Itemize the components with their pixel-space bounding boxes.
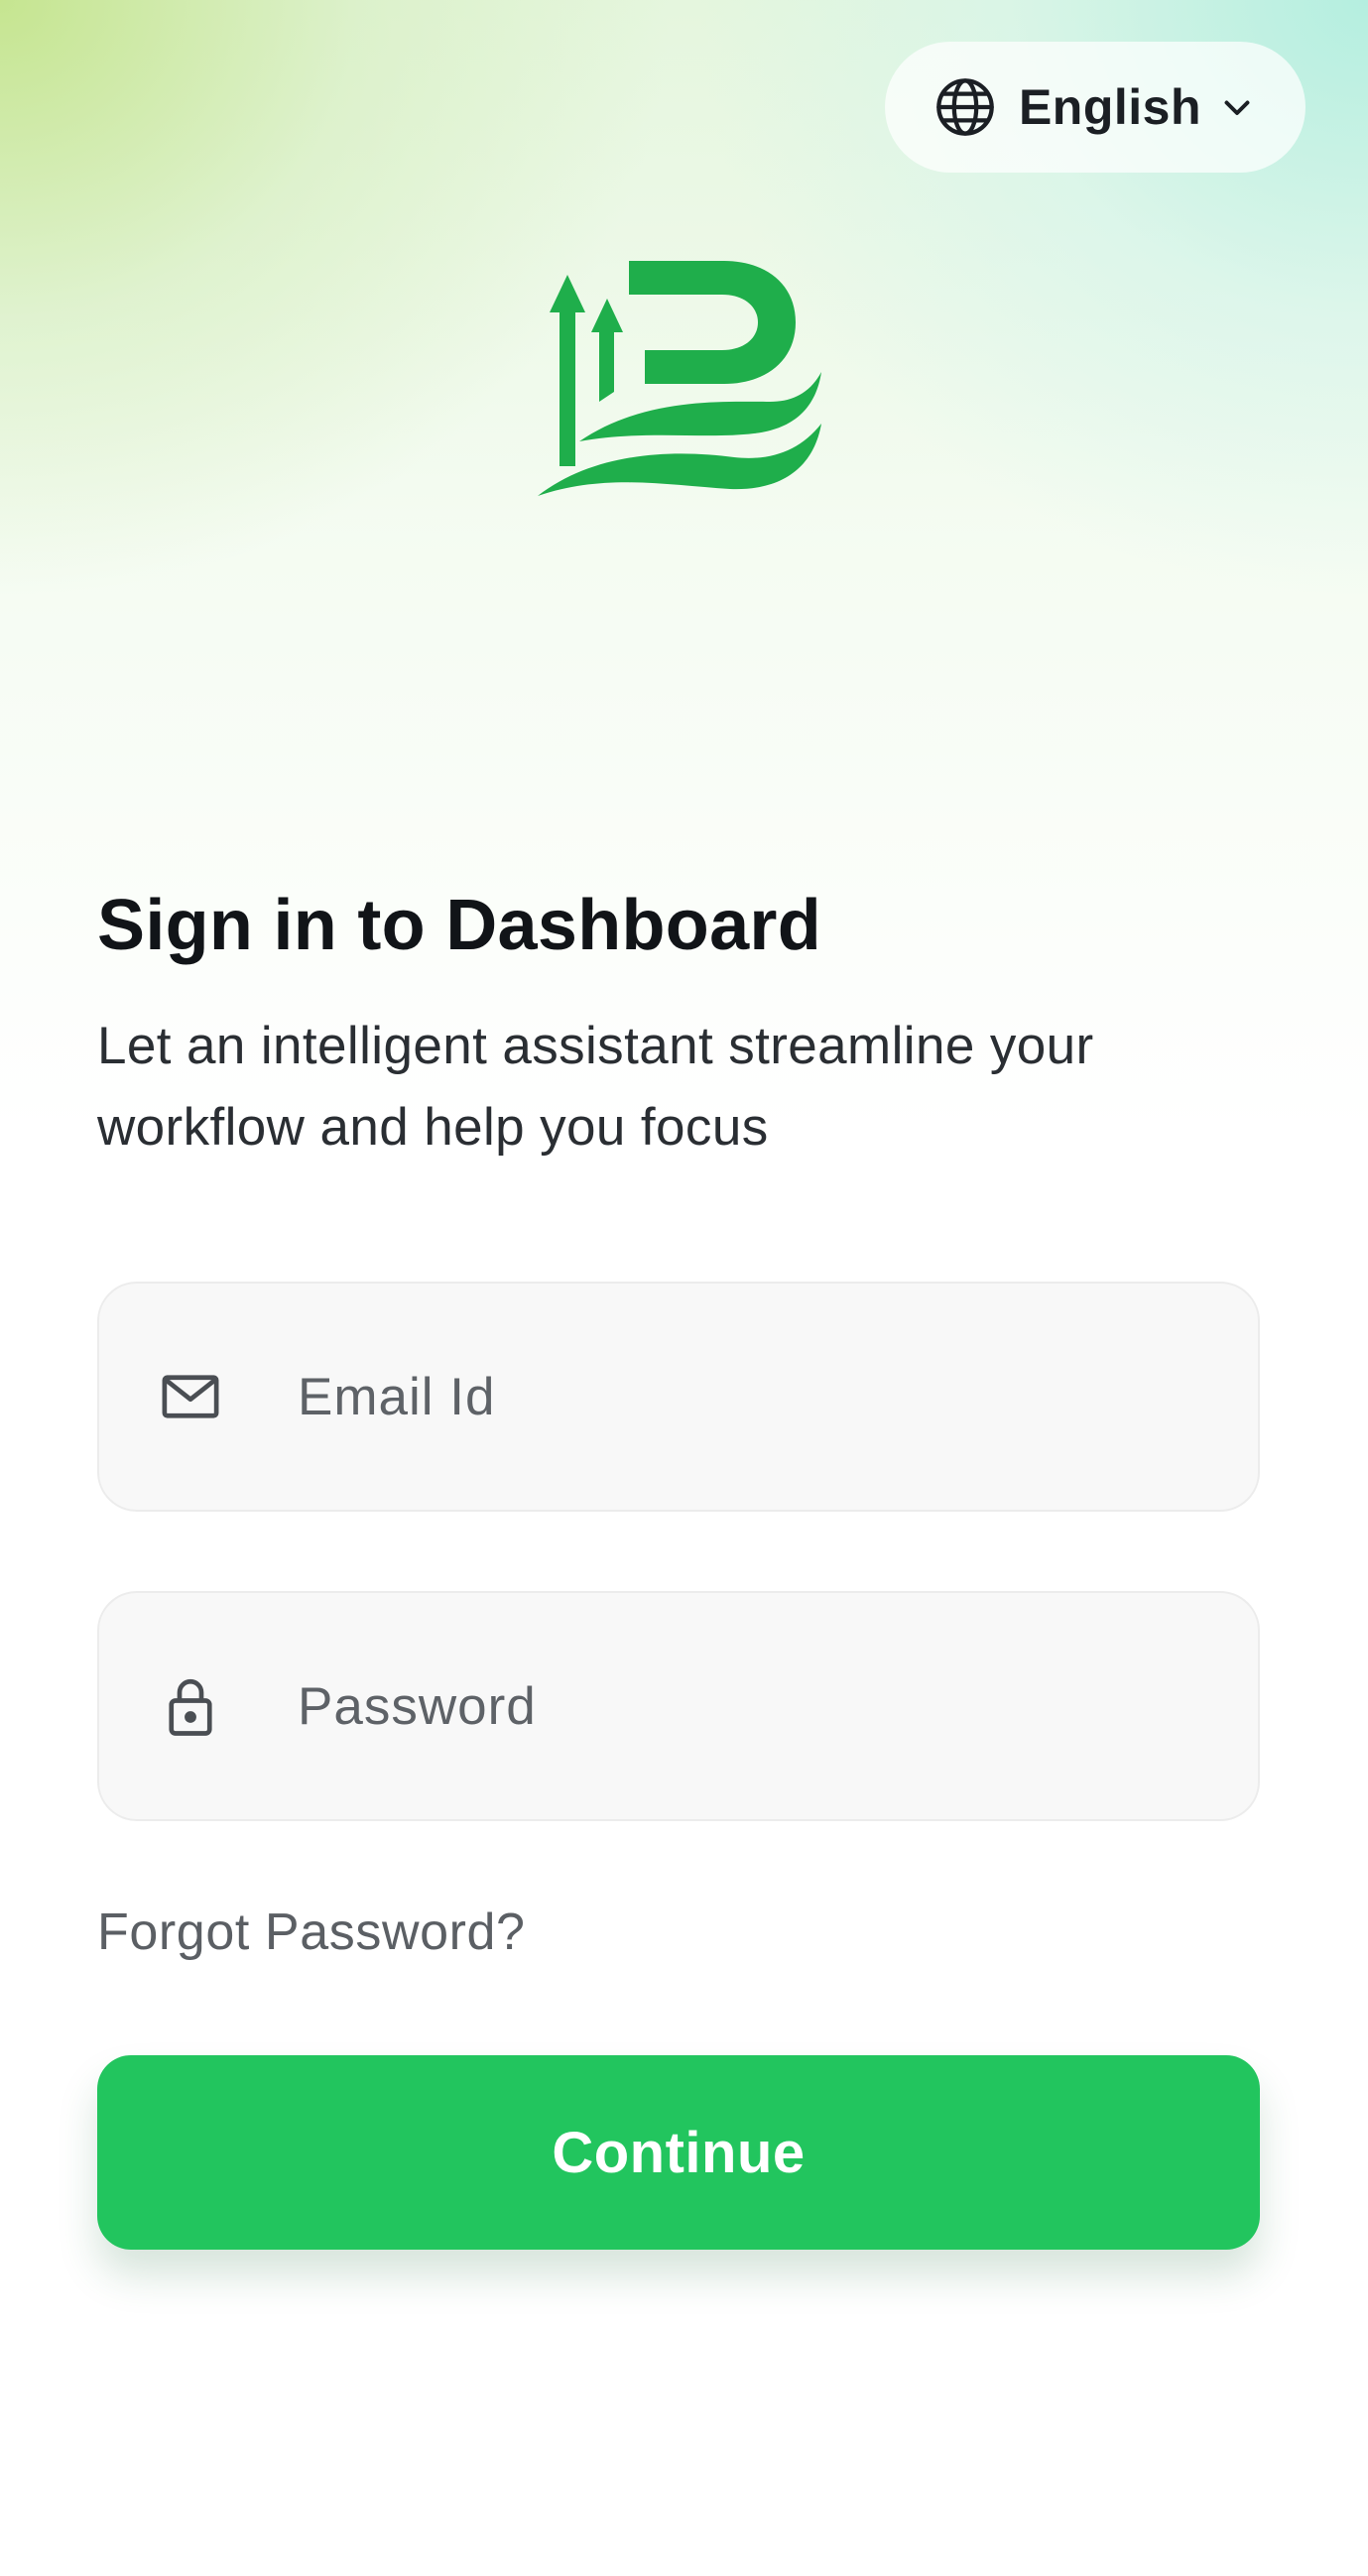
continue-button[interactable]: Continue	[97, 2055, 1260, 2250]
language-label: English	[1018, 79, 1202, 135]
lock-icon	[155, 1670, 226, 1742]
brand-logo-icon	[536, 253, 823, 501]
globe-icon	[933, 75, 997, 139]
mail-icon	[155, 1361, 226, 1432]
password-field[interactable]	[97, 1591, 1260, 1821]
email-input[interactable]	[298, 1284, 1258, 1510]
language-selector[interactable]: English	[885, 42, 1306, 173]
password-input[interactable]	[298, 1593, 1258, 1819]
page-title: Sign in to Dashboard	[97, 886, 822, 965]
chevron-down-icon	[1217, 87, 1257, 127]
email-field[interactable]	[97, 1282, 1260, 1512]
login-screen: English Sign in to Dashboard Let an inte…	[0, 0, 1368, 2576]
page-subtitle: Let an intelligent assistant streamline …	[97, 1017, 1094, 1157]
forgot-password-link[interactable]: Forgot Password?	[97, 1902, 526, 1962]
